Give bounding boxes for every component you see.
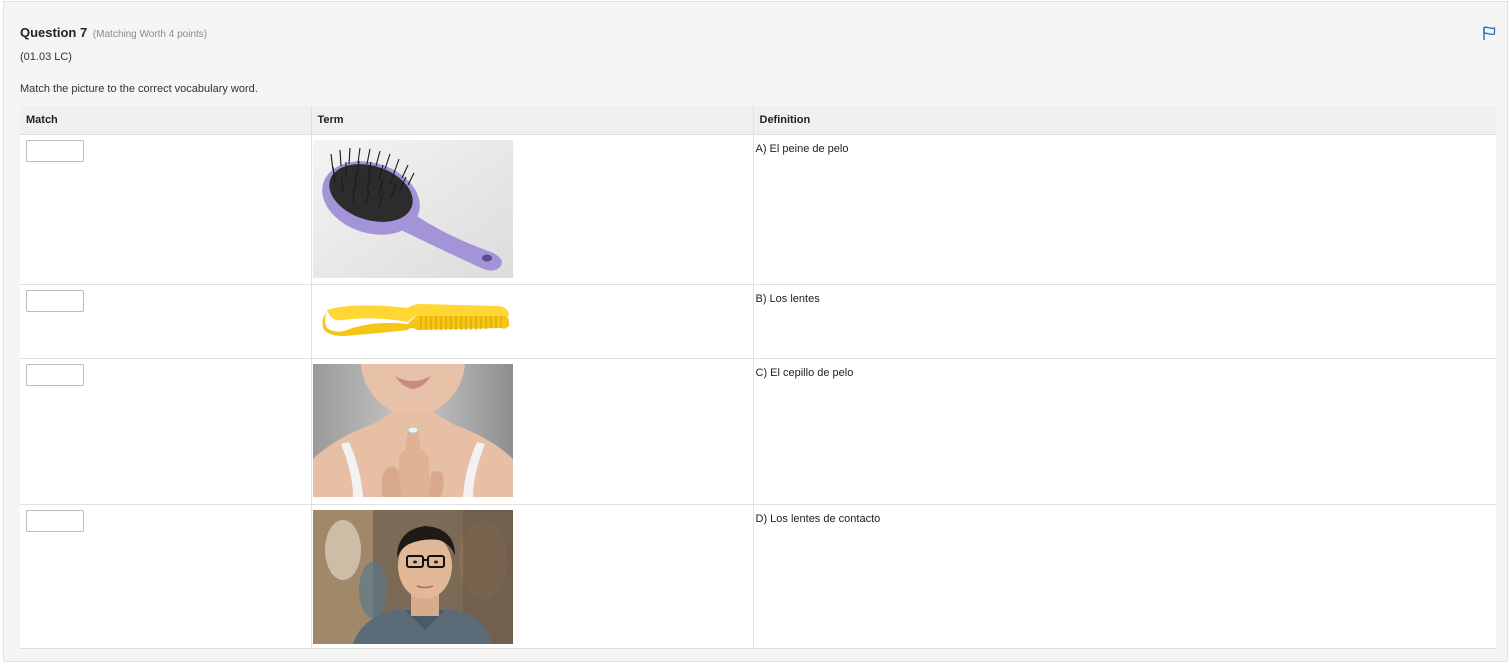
match-cell [20,358,311,505]
matching-table: Match Term Definition A) El peine de pel… [20,106,1496,649]
table-row: D) Los lentes de contacto [20,504,1496,649]
column-header-definition: Definition [752,106,1496,135]
match-cell [20,504,311,649]
term-cell [310,358,753,505]
question-header: Question 7 (Matching Worth 4 points) [20,25,207,40]
question-title: Question 7 [20,25,88,40]
definition-cell: B) Los lentes [752,284,1496,359]
man-wearing-glasses-image [312,510,513,644]
contact-lens-on-finger-image [312,364,513,497]
question-panel: Question 7 (Matching Worth 4 points) (01… [3,1,1508,662]
table-header-row: Match Term Definition [20,106,1496,135]
term-cell [310,134,753,285]
column-header-match: Match [20,106,311,135]
definition-cell: D) Los lentes de contacto [752,504,1496,649]
table-row: B) Los lentes [20,284,1496,359]
match-cell [20,284,311,359]
question-instructions: Match the picture to the correct vocabul… [20,83,258,95]
purple-hairbrush-image [312,140,513,278]
table-row: A) El peine de pelo [20,134,1496,285]
definition-text: C) El cepillo de pelo [755,367,854,379]
match-input-3[interactable] [26,364,84,386]
definition-cell: C) El cepillo de pelo [752,358,1496,505]
definition-text: D) Los lentes de contacto [755,513,881,525]
table-row: C) El cepillo de pelo [20,358,1496,505]
match-input-4[interactable] [26,510,84,532]
match-cell [20,134,311,285]
term-cell [310,504,753,649]
flag-icon[interactable] [1481,25,1497,41]
question-code: (01.03 LC) [20,51,72,63]
yellow-comb-image [312,290,513,354]
definition-text: B) Los lentes [755,293,820,305]
term-cell [310,284,753,359]
definition-text: A) El peine de pelo [755,143,849,155]
definition-cell: A) El peine de pelo [752,134,1496,285]
match-input-2[interactable] [26,290,84,312]
column-header-term: Term [310,106,753,135]
question-meta: (Matching Worth 4 points) [92,29,208,40]
match-input-1[interactable] [26,140,84,162]
